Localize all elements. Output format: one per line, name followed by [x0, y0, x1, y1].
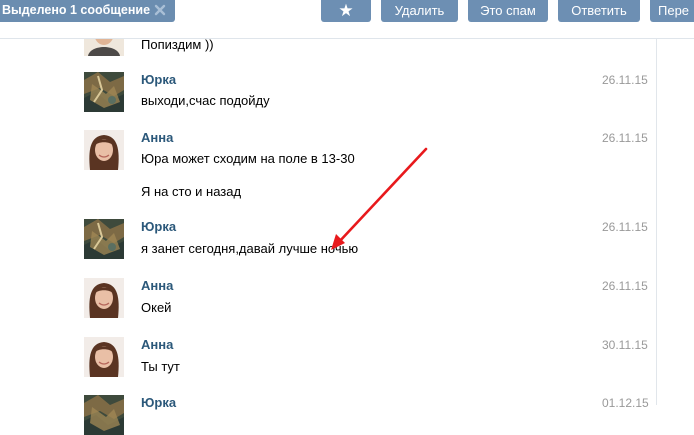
avatar-anna[interactable]	[84, 278, 124, 318]
scrollbar-track[interactable]	[656, 38, 657, 405]
delete-button[interactable]: Удалить	[381, 0, 458, 22]
star-button[interactable]: ★	[321, 0, 371, 22]
message-date: 26.11.15	[602, 131, 648, 145]
avatar-yurka[interactable]	[84, 219, 124, 259]
message-text: Попиздим ))	[141, 37, 214, 52]
message-author[interactable]: Анна	[141, 130, 173, 145]
message-author[interactable]: Юрка	[141, 395, 176, 410]
forward-button[interactable]: Пере	[650, 0, 694, 22]
message-text-continued: Я на сто и назад	[141, 184, 242, 199]
message-date: 26.11.15	[602, 279, 648, 293]
avatar-anna[interactable]	[84, 337, 124, 377]
message-date: 30.11.15	[602, 338, 648, 352]
selection-toolbar: Выделено 1 сообщение ★ Удалить Это спам …	[0, 0, 694, 39]
avatar-yurka[interactable]	[84, 72, 124, 112]
message-date: 26.11.15	[602, 73, 648, 87]
message-text: Юра может сходим на поле в 13-30	[141, 151, 355, 166]
spam-button[interactable]: Это спам	[468, 0, 548, 22]
message-history: Попиздим )) Юрка 26.11.15 выходи,счас по…	[0, 0, 694, 435]
message-author[interactable]: Юрка	[141, 219, 176, 234]
message-text: Окей	[141, 300, 172, 315]
message-text: я занет сегодня,давай лучше ночью	[141, 241, 359, 256]
message-text: выходи,счас подойду	[141, 93, 270, 108]
selection-label: Выделено 1 сообщение	[2, 3, 151, 17]
close-icon[interactable]	[154, 0, 167, 20]
message-date: 26.11.15	[602, 220, 648, 234]
message-author[interactable]: Юрка	[141, 72, 176, 87]
message-text: Ты тут	[141, 359, 180, 374]
message-date: 01.12.15	[602, 396, 649, 410]
selection-counter: Выделено 1 сообщение	[0, 0, 176, 22]
reply-button[interactable]: Ответить	[558, 0, 640, 22]
message-author[interactable]: Анна	[141, 337, 173, 352]
message-author[interactable]: Анна	[141, 278, 173, 293]
star-icon: ★	[338, 1, 354, 20]
avatar-yurka[interactable]	[84, 395, 124, 435]
avatar-anna[interactable]	[84, 130, 124, 170]
